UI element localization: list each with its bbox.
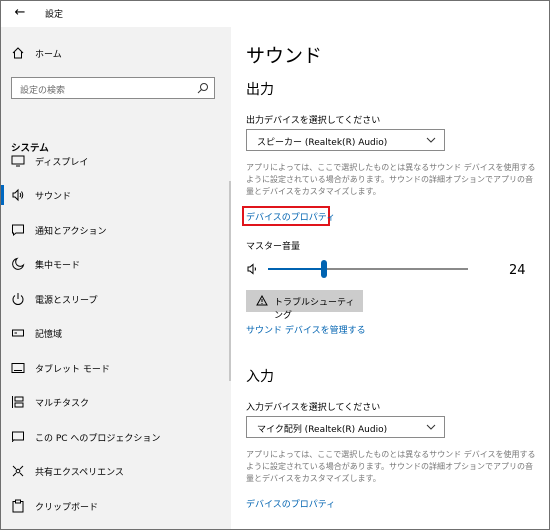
settings-window: ← 設定 ホーム 設定の検索 システム ディスプレイ サウンド 通知とアクション… [0, 0, 550, 530]
input-select-label: 入力デバイスを選択してください [246, 403, 381, 413]
notification-icon [12, 224, 24, 237]
input-device-select[interactable]: マイク配列 (Realtek(R) Audio) [246, 416, 445, 438]
sidebar-item-label: ホーム [35, 50, 62, 60]
sidebar-item-label: マルチタスク [35, 399, 90, 409]
sidebar-item-label: 電源とスリープ [35, 296, 98, 306]
search-icon [197, 83, 208, 94]
projection-icon [12, 431, 24, 443]
sidebar-item-notifications[interactable]: 通知とアクション [1, 217, 231, 243]
sidebar-item-label: 共有エクスペリエンス [35, 468, 124, 478]
sidebar-item-label: 集中モード [35, 261, 81, 271]
search-input[interactable]: 設定の検索 [11, 77, 215, 99]
sidebar-item-label: この PC へのプロジェクション [35, 434, 161, 444]
sound-icon [12, 188, 24, 202]
storage-icon [12, 329, 24, 337]
content-pane: サウンド 出力 出力デバイスを選択してください スピーカー (Realtek(R… [231, 1, 549, 529]
input-properties-link[interactable]: デバイスのプロパティ [246, 497, 335, 510]
volume-slider-thumb[interactable] [321, 260, 327, 278]
output-device-value: スピーカー (Realtek(R) Audio) [257, 138, 388, 148]
volume-slider-fill [268, 268, 324, 270]
input-description: アプリによっては、ここで選択したものとは異なるサウンド デバイスを使用するように… [246, 450, 536, 483]
sidebar-item-label: 通知とアクション [35, 227, 107, 237]
sidebar-item-home[interactable]: ホーム [1, 40, 231, 66]
master-volume-label: マスター音量 [246, 242, 301, 252]
home-icon [12, 47, 24, 59]
share-icon [12, 465, 24, 477]
clipboard-icon [12, 499, 24, 513]
troubleshoot-button[interactable]: トラブルシューティング [246, 290, 363, 321]
sidebar-item-label: 記憶域 [35, 330, 63, 340]
sidebar: ホーム 設定の検索 システム ディスプレイ サウンド 通知とアクション 集中モー… [1, 27, 231, 529]
sidebar-item-label: クリップボード [35, 503, 99, 513]
chevron-down-icon [426, 137, 436, 143]
chevron-down-icon [426, 424, 436, 430]
sidebar-item-label: ディスプレイ [35, 158, 89, 168]
warning-icon [256, 295, 268, 306]
output-heading: 出力 [246, 82, 274, 98]
troubleshoot-label: トラブルシューティング [274, 298, 355, 321]
sidebar-item-label: サウンド [35, 192, 72, 202]
volume-value: 24 [509, 263, 526, 278]
sidebar-item-projection[interactable]: この PC へのプロジェクション [1, 424, 231, 450]
sidebar-item-label: タブレット モード [35, 365, 110, 375]
input-device-value: マイク配列 (Realtek(R) Audio) [257, 425, 388, 435]
sidebar-item-tablet[interactable]: タブレット モード [1, 355, 231, 381]
multitask-icon [12, 396, 24, 408]
output-properties-link[interactable]: デバイスのプロパティ [246, 210, 335, 223]
power-icon [12, 293, 24, 305]
output-description: アプリによっては、ここで選択したものとは異なるサウンド デバイスを使用するように… [246, 163, 536, 196]
sidebar-item-power[interactable]: 電源とスリープ [1, 286, 231, 312]
sidebar-item-display[interactable]: ディスプレイ [1, 148, 231, 174]
sidebar-item-storage[interactable]: 記憶域 [1, 320, 231, 346]
sidebar-item-multitask[interactable]: マルチタスク [1, 389, 231, 415]
sidebar-item-shared[interactable]: 共有エクスペリエンス [1, 458, 231, 484]
page-title: サウンド [246, 45, 323, 67]
display-icon [11, 155, 25, 167]
volume-icon [247, 263, 256, 275]
sidebar-item-sound[interactable]: サウンド [1, 182, 231, 208]
input-heading: 入力 [246, 369, 274, 385]
output-device-select[interactable]: スピーカー (Realtek(R) Audio) [246, 129, 445, 151]
tablet-icon [11, 363, 25, 373]
window-title: 設定 [45, 10, 64, 20]
sidebar-item-clipboard[interactable]: クリップボード [1, 493, 231, 519]
moon-icon [12, 257, 25, 270]
manage-devices-link[interactable]: サウンド デバイスを管理する [246, 323, 366, 336]
back-button[interactable]: ← [11, 4, 29, 22]
output-select-label: 出力デバイスを選択してください [246, 116, 381, 126]
sidebar-item-focus[interactable]: 集中モード [1, 251, 231, 277]
search-placeholder: 設定の検索 [20, 86, 66, 96]
